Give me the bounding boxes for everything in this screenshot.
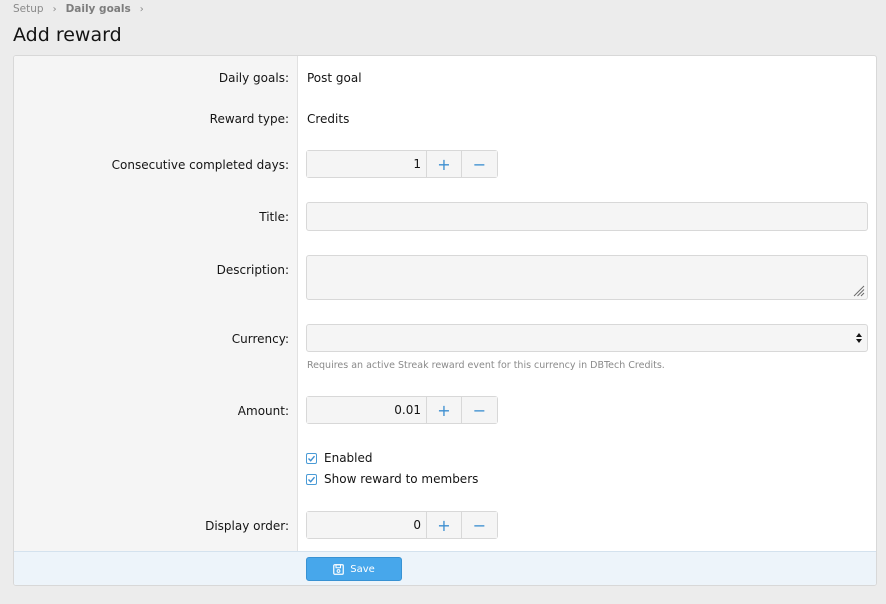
minus-icon: − bbox=[472, 400, 487, 420]
save-button[interactable]: Save bbox=[306, 557, 402, 581]
amount-input[interactable] bbox=[307, 397, 427, 423]
decrement-button[interactable]: − bbox=[462, 151, 497, 177]
amount-stepper: + − bbox=[306, 396, 498, 424]
check-icon bbox=[308, 476, 316, 483]
show-to-members-checkbox[interactable] bbox=[306, 473, 317, 485]
breadcrumb: Setup › Daily goals › bbox=[13, 3, 153, 15]
select-arrows-icon bbox=[856, 333, 862, 343]
plus-icon: + bbox=[437, 515, 451, 535]
show-to-members-checkbox-row[interactable]: Show reward to members bbox=[306, 472, 478, 486]
daily-goals-label: Daily goals: bbox=[218, 71, 289, 85]
display-order-label: Display order: bbox=[205, 519, 289, 533]
currency-select[interactable] bbox=[306, 324, 868, 352]
currency-select-box[interactable] bbox=[306, 324, 868, 352]
enabled-checkbox[interactable] bbox=[306, 452, 317, 464]
minus-icon: − bbox=[472, 515, 487, 535]
plus-icon: + bbox=[437, 400, 451, 420]
plus-icon: + bbox=[437, 154, 451, 174]
breadcrumb-setup[interactable]: Setup bbox=[13, 3, 44, 15]
save-icon bbox=[333, 563, 345, 575]
enabled-checkbox-row[interactable]: Enabled bbox=[306, 451, 373, 465]
increment-button[interactable]: + bbox=[427, 151, 462, 177]
form-footer: Save bbox=[14, 551, 876, 585]
decrement-button[interactable]: − bbox=[462, 512, 497, 538]
enabled-label: Enabled bbox=[324, 451, 373, 465]
description-wrapper bbox=[306, 255, 868, 300]
consecutive-days-input[interactable] bbox=[307, 151, 427, 177]
display-order-stepper: + − bbox=[306, 511, 498, 539]
page-title: Add reward bbox=[13, 24, 122, 46]
save-label: Save bbox=[350, 563, 375, 575]
description-label: Description: bbox=[216, 263, 289, 277]
consecutive-days-stepper: + − bbox=[306, 150, 498, 178]
currency-label: Currency: bbox=[231, 332, 289, 346]
amount-label: Amount: bbox=[237, 404, 289, 418]
reward-type-value: Credits bbox=[307, 112, 350, 126]
breadcrumb-daily-goals[interactable]: Daily goals bbox=[66, 3, 131, 15]
check-icon bbox=[308, 455, 316, 462]
minus-icon: − bbox=[472, 154, 487, 174]
reward-form: Daily goals: Post goal Reward type: Cred… bbox=[13, 55, 877, 586]
consecutive-days-label: Consecutive completed days: bbox=[111, 158, 289, 172]
display-order-input[interactable] bbox=[307, 512, 427, 538]
currency-hint: Requires an active Streak reward event f… bbox=[307, 360, 665, 371]
title-input[interactable] bbox=[306, 202, 868, 231]
description-textarea[interactable] bbox=[306, 255, 868, 300]
daily-goals-value: Post goal bbox=[307, 71, 362, 85]
show-to-members-label: Show reward to members bbox=[324, 472, 479, 486]
chevron-right-icon: › bbox=[139, 3, 144, 15]
increment-button[interactable]: + bbox=[427, 512, 462, 538]
increment-button[interactable]: + bbox=[427, 397, 462, 423]
chevron-right-icon: › bbox=[52, 3, 57, 15]
resize-handle-icon[interactable] bbox=[853, 285, 865, 297]
title-label: Title: bbox=[259, 210, 289, 224]
label-column bbox=[14, 56, 298, 551]
reward-type-label: Reward type: bbox=[209, 112, 289, 126]
decrement-button[interactable]: − bbox=[462, 397, 497, 423]
